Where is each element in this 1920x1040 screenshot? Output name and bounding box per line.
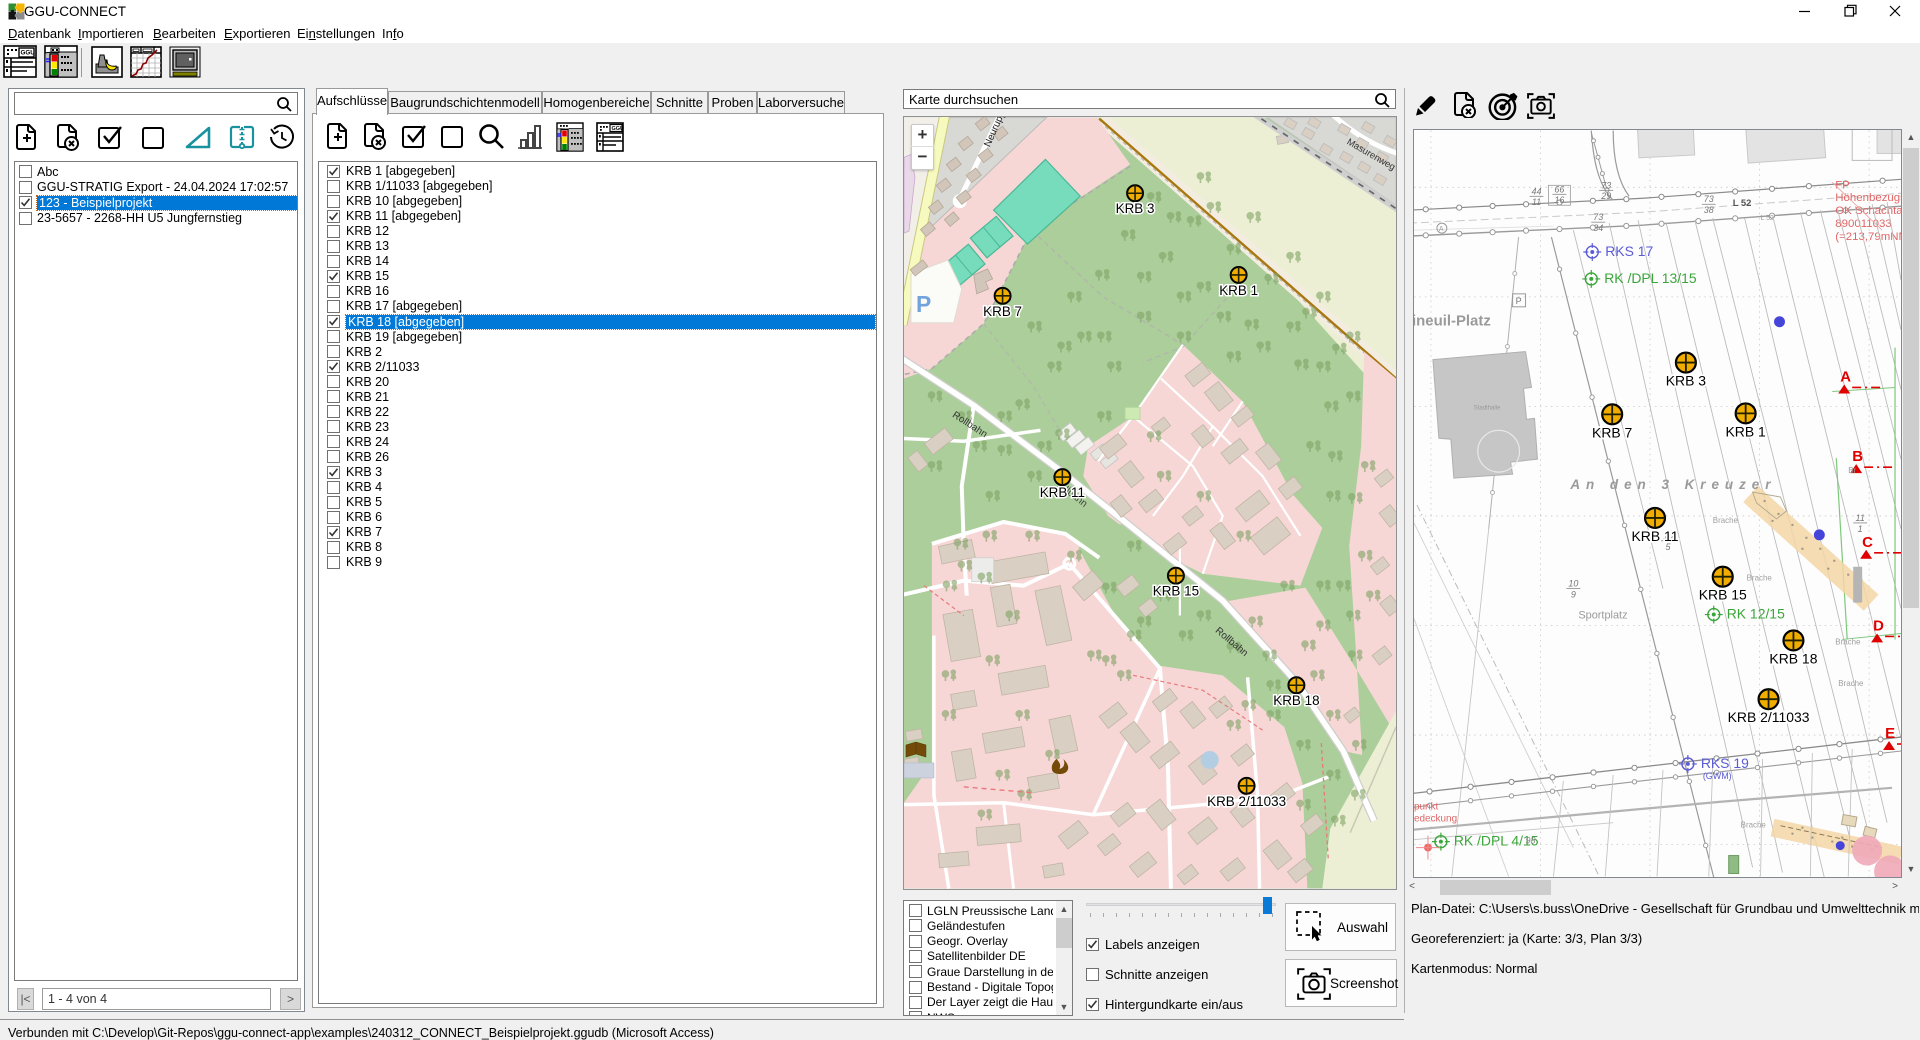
svg-text:11: 11: [1532, 197, 1541, 207]
svg-text:RKS 19: RKS 19: [1701, 755, 1749, 771]
svg-text:P: P: [916, 291, 931, 317]
svg-text:GGU: GGU: [21, 50, 36, 57]
svg-text:KRB 18: KRB 18: [1273, 693, 1319, 708]
svg-text:Br: Br: [1848, 466, 1856, 475]
svg-text:KRB 15: KRB 15: [1699, 587, 1747, 603]
svg-text:73: 73: [1704, 194, 1714, 204]
svg-text:L 52: L 52: [1761, 215, 1774, 222]
svg-text:Brache: Brache: [1838, 679, 1864, 688]
svg-text:98: 98: [1526, 836, 1536, 846]
svg-text:GGU: GGU: [612, 126, 625, 132]
svg-text:P: P: [1516, 296, 1522, 306]
svg-text:B: B: [1852, 448, 1863, 465]
svg-text:C: C: [1862, 534, 1873, 551]
svg-text:KRB 1: KRB 1: [1725, 423, 1766, 439]
svg-text:ineuil-Platz: ineuil-Platz: [1413, 313, 1491, 330]
svg-text:FP: FP: [1835, 179, 1850, 191]
svg-text:66: 66: [1554, 184, 1564, 194]
svg-text:Brache: Brache: [1713, 516, 1739, 525]
svg-text:KRB 7: KRB 7: [983, 304, 1022, 319]
svg-text:KRB 1: KRB 1: [1219, 283, 1258, 298]
svg-text:KRB 11: KRB 11: [1040, 485, 1085, 500]
svg-text:(GWM): (GWM): [1703, 771, 1732, 781]
svg-text:38: 38: [1704, 205, 1714, 215]
svg-text:RKS 17: RKS 17: [1605, 243, 1653, 259]
svg-text:edeckung: edeckung: [1414, 814, 1457, 825]
svg-text:RK /DPL 13/15: RK /DPL 13/15: [1604, 270, 1697, 286]
svg-text:KRB 18: KRB 18: [1769, 650, 1817, 666]
svg-text:16: 16: [1554, 195, 1564, 205]
svg-text:RK 12/15: RK 12/15: [1727, 606, 1785, 622]
svg-text:9: 9: [1571, 590, 1576, 600]
svg-text:73: 73: [1593, 212, 1603, 222]
svg-text:1: 1: [1858, 524, 1863, 534]
svg-text:L 52: L 52: [1733, 198, 1752, 209]
svg-text:KRB 2/11033: KRB 2/11033: [1207, 794, 1286, 809]
svg-text:Brache: Brache: [1741, 821, 1767, 830]
svg-text:A: A: [1840, 369, 1851, 386]
svg-text:KRB 3: KRB 3: [1116, 201, 1155, 216]
svg-text:Brache: Brache: [1835, 637, 1861, 646]
svg-text:KRB 15: KRB 15: [1153, 584, 1199, 599]
svg-text:Stadthalle: Stadthalle: [1474, 405, 1501, 411]
svg-text:Sportplatz: Sportplatz: [1578, 610, 1627, 622]
svg-text:10: 10: [1568, 579, 1578, 589]
svg-text:Höhenbezugsp: Höhenbezugsp: [1835, 192, 1902, 204]
svg-text:44: 44: [1532, 186, 1542, 196]
svg-text:E: E: [1885, 725, 1895, 742]
svg-text:KRB 7: KRB 7: [1592, 424, 1633, 440]
svg-text:34: 34: [1593, 223, 1603, 233]
svg-text:KRB 11: KRB 11: [1632, 528, 1679, 544]
svg-text:A: A: [1439, 226, 1444, 233]
svg-text:An den 3 Kreuzer: An den 3 Kreuzer: [1569, 477, 1776, 492]
svg-text:punkt: punkt: [1414, 802, 1439, 813]
svg-text:11: 11: [1856, 513, 1865, 523]
svg-text:D: D: [1873, 617, 1884, 634]
svg-text:Brache: Brache: [1747, 574, 1773, 583]
svg-text:890011033: 890011033: [1835, 218, 1891, 230]
svg-text:KRB 3: KRB 3: [1666, 372, 1707, 388]
svg-text:29: 29: [1600, 191, 1611, 201]
svg-text:OK Schachtab: OK Schachtab: [1835, 205, 1902, 217]
svg-text:73: 73: [1601, 180, 1611, 190]
svg-text:KRB 2/11033: KRB 2/11033: [1728, 709, 1810, 725]
